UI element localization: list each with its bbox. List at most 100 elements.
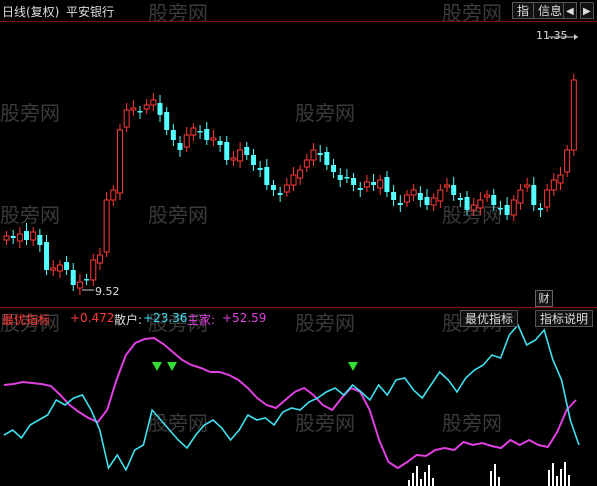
candle-down [391, 192, 397, 200]
candle-down [344, 177, 350, 179]
candle-up [130, 107, 137, 111]
watermark-layer: 股旁网股旁网股旁网股旁网股旁网股旁网股旁网股旁网股旁网股旁网股旁网股旁网股旁网股… [0, 1, 502, 435]
buy-signal-icon [167, 362, 177, 371]
candle-down [491, 195, 497, 205]
histogram-bar [556, 476, 558, 486]
header-divider [0, 21, 597, 22]
candle-up [410, 189, 417, 196]
watermark-text: 股旁网 [0, 203, 60, 227]
candle-down [170, 130, 176, 140]
candle-down [417, 193, 423, 200]
candle-down [497, 208, 503, 210]
zhi-button[interactable]: 指 [512, 2, 535, 19]
low-price-label: 9.52 [95, 285, 120, 298]
candle-down [331, 165, 337, 172]
histogram-bar [424, 472, 426, 486]
bottom-bars [408, 462, 570, 486]
candle-down [264, 167, 270, 185]
candle-up [56, 264, 63, 272]
candle-down [537, 208, 543, 210]
histogram-bar [490, 471, 492, 486]
candle-down [177, 143, 183, 150]
candle-down [457, 198, 463, 200]
histogram-bar [428, 465, 430, 486]
histogram-bar [420, 479, 422, 486]
candle-up [16, 233, 23, 242]
arrow-left-icon[interactable]: ◀ [563, 2, 577, 19]
histogram-bar [494, 464, 496, 486]
candle-down [197, 131, 203, 133]
major-value: +52.59 [222, 311, 267, 325]
candle-up [90, 259, 97, 281]
candle-down [157, 103, 163, 115]
candle-up [116, 129, 123, 194]
candle-up [437, 189, 444, 202]
candle-up [183, 134, 190, 148]
arrow-right-icon[interactable]: ▶ [580, 2, 594, 19]
watermark-text: 股旁网 [442, 411, 502, 435]
candle-up [510, 199, 517, 216]
indicator-help-button[interactable]: 指标说明 [535, 310, 594, 327]
high-pointer-icon [574, 34, 578, 40]
candle-down [451, 185, 457, 195]
candle-up [377, 179, 384, 189]
stock-chart-window: 股旁网股旁网股旁网股旁网股旁网股旁网股旁网股旁网股旁网股旁网股旁网股旁网股旁网股… [0, 0, 597, 486]
candlestick-series [3, 74, 577, 295]
retail-label: 散户: [114, 313, 143, 327]
candle-up [237, 149, 244, 162]
candle-down [424, 197, 430, 205]
candle-up [557, 174, 564, 184]
indicator-name[interactable]: 最优指标 [2, 311, 50, 328]
candle-up [30, 231, 37, 241]
candle-up [550, 179, 557, 191]
candle-up [303, 159, 310, 168]
histogram-bar [548, 470, 550, 486]
candle-up [544, 189, 551, 208]
candle-up [297, 169, 304, 179]
cai-button[interactable]: 财 [535, 290, 553, 307]
candle-down [224, 142, 230, 160]
candle-up [363, 181, 370, 188]
candle-up [123, 109, 130, 128]
major-label: 主家: [187, 313, 216, 327]
candle-up [290, 174, 297, 186]
candle-down [204, 129, 210, 140]
candle-up [96, 254, 103, 264]
buy-signal-icon [152, 362, 162, 371]
candle-down [137, 111, 143, 113]
candle-down [24, 231, 30, 240]
candle-down [531, 185, 537, 205]
histogram-bar [416, 466, 418, 486]
candle-down [357, 188, 363, 190]
watermark-text: 股旁网 [295, 101, 355, 125]
retail-line [3, 323, 580, 472]
candle-down [351, 178, 357, 185]
best-indicator-button[interactable]: 最优指标 [460, 310, 519, 327]
candle-down [64, 262, 70, 270]
candle-down [217, 141, 223, 145]
candle-down [37, 235, 43, 245]
watermark-text: 股旁网 [148, 203, 208, 227]
buy-signal-icon [348, 362, 358, 371]
candle-down [44, 242, 50, 270]
candle-down [244, 147, 250, 155]
candle-up [50, 267, 57, 271]
info-button[interactable]: 信息 [533, 2, 568, 19]
candle-down [397, 203, 403, 205]
candle-down [10, 236, 16, 238]
candle-up [470, 204, 477, 211]
candle-down [464, 197, 470, 210]
watermark-text: 股旁网 [295, 311, 355, 335]
histogram-bar [552, 463, 554, 486]
watermark-text: 股旁网 [0, 101, 60, 125]
candle-down [317, 153, 323, 155]
histogram-bar [432, 478, 434, 486]
high-price-label: 11.35 [536, 29, 568, 42]
candle-up [103, 199, 110, 253]
candle-down [270, 185, 276, 190]
indicator-main-value: +0.472 [70, 311, 115, 325]
candle-down [324, 152, 330, 165]
candle-up [403, 194, 410, 203]
histogram-bar [408, 480, 410, 486]
period-label[interactable]: 日线(复权) [2, 3, 59, 20]
